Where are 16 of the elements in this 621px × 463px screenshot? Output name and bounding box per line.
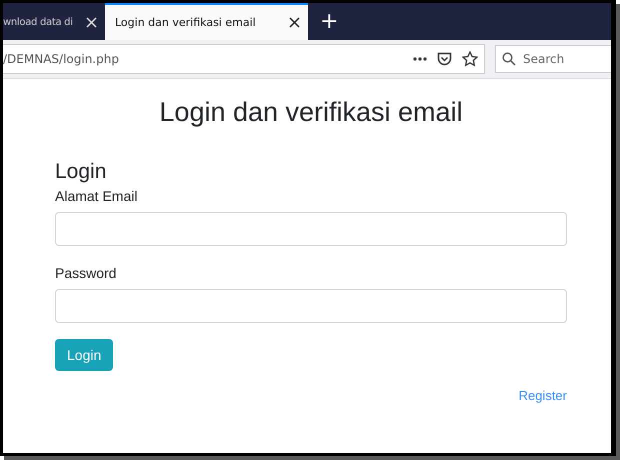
pocket-icon[interactable] bbox=[437, 52, 452, 66]
field-label: Alamat Email bbox=[55, 188, 138, 204]
page-title: Login dan verifikasi email bbox=[158, 97, 464, 128]
browser-tab[interactable]: Login dan verifikasi email bbox=[105, 3, 308, 40]
star-icon[interactable] bbox=[462, 51, 478, 67]
input-field[interactable] bbox=[55, 289, 567, 323]
new-tab-button[interactable]: + bbox=[308, 3, 350, 40]
close-icon[interactable] bbox=[289, 17, 300, 28]
form-heading: Login bbox=[55, 160, 108, 184]
search-field[interactable]: Search bbox=[495, 45, 611, 73]
browser-tab[interactable]: wnload data di bbox=[3, 3, 105, 40]
search-icon bbox=[502, 52, 516, 66]
field-label: Password bbox=[55, 265, 118, 281]
address-bar[interactable]: /DEMNAS/login.php bbox=[3, 44, 485, 74]
input-field[interactable] bbox=[55, 212, 567, 246]
more-icon[interactable] bbox=[413, 57, 427, 61]
